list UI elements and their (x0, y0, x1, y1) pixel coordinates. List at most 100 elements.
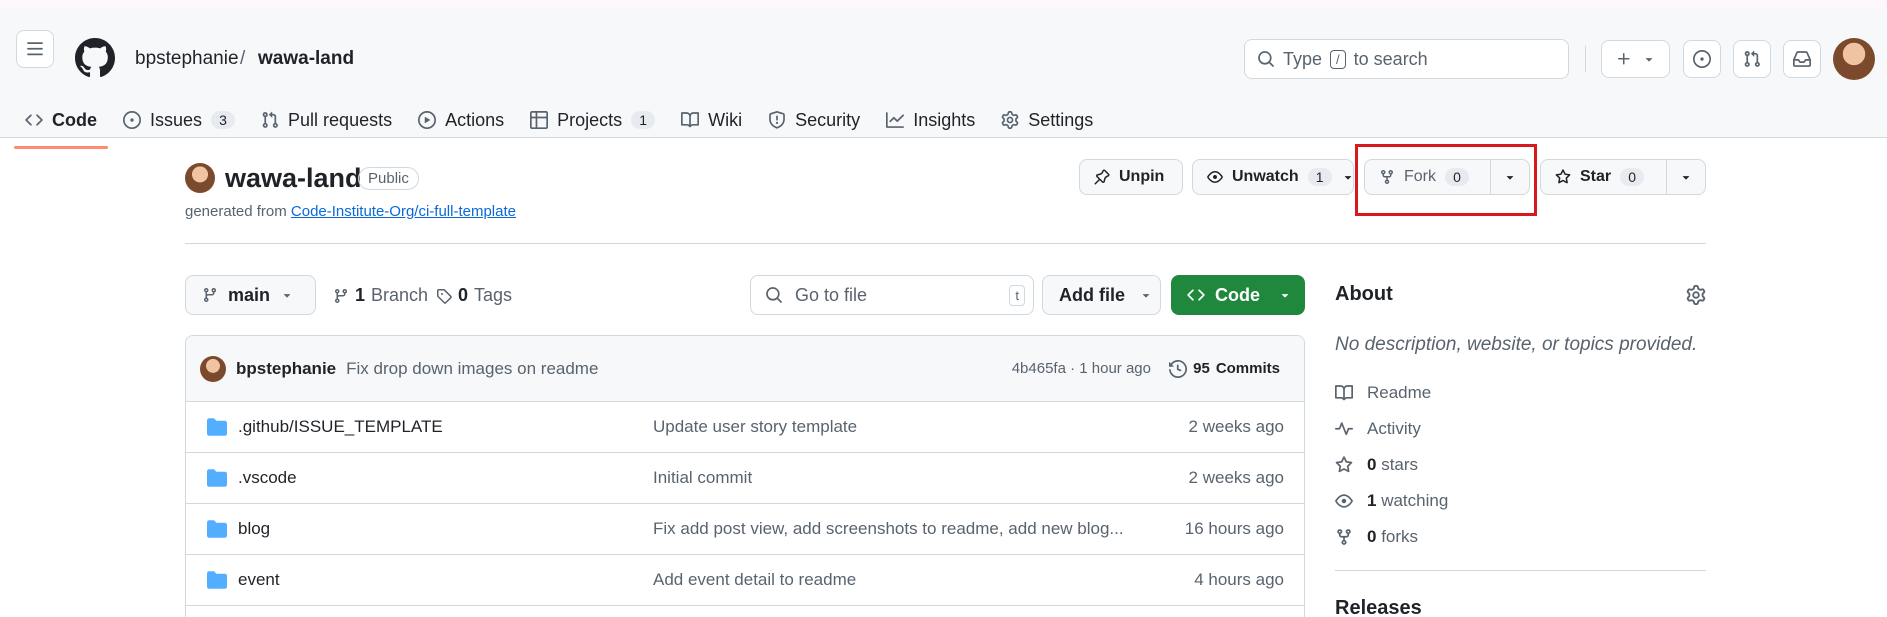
shield-icon (769, 111, 786, 129)
tab-pull-requests[interactable]: Pull requests (250, 98, 403, 142)
git-pull-request-icon (262, 111, 278, 128)
about-description: No description, website, or topics provi… (1335, 334, 1698, 355)
stars-count: 0 (1367, 455, 1377, 474)
about-settings-button[interactable] (1686, 285, 1706, 305)
branches-link[interactable]: 1 Branch (333, 285, 428, 306)
breadcrumb-owner[interactable]: bpstephanie (135, 48, 239, 70)
about-divider (1335, 570, 1706, 571)
unwatch-button[interactable]: Unwatch 1 (1192, 159, 1354, 195)
tab-wiki[interactable]: Wiki (670, 98, 753, 142)
file-commit-message[interactable]: Fix add post view, add screenshots to re… (653, 519, 1124, 539)
header-divider (1585, 46, 1586, 72)
file-name[interactable]: event (238, 570, 280, 590)
go-to-file-input[interactable]: Go to file t (750, 275, 1034, 315)
star-icon (1555, 169, 1571, 184)
plus-icon (1617, 53, 1629, 65)
tab-actions[interactable]: Actions (407, 98, 515, 142)
folder-icon (207, 571, 227, 589)
tab-code[interactable]: Code (14, 98, 108, 149)
file-commit-message[interactable]: Initial commit (653, 468, 752, 488)
branch-selector[interactable]: main (185, 275, 316, 315)
tab-label: Wiki (708, 109, 743, 130)
releases-heading[interactable]: Releases (1335, 597, 1422, 617)
top-strip (0, 0, 1887, 10)
triangle-down-icon (1281, 294, 1289, 298)
readme-link[interactable]: Readme (1335, 383, 1431, 403)
stars-link[interactable]: 0 stars (1335, 455, 1418, 475)
gear-icon (1686, 285, 1706, 305)
file-list: .github/ISSUE_TEMPLATE Update user story … (186, 402, 1304, 606)
triangle-down-icon (283, 294, 291, 298)
activity-label: Activity (1367, 419, 1421, 438)
file-commit-message[interactable]: Update user story template (653, 417, 857, 437)
forks-label: forks (1381, 527, 1419, 546)
file-row: .github/ISSUE_TEMPLATE Update user story … (186, 402, 1304, 453)
search-text-after: to search (1353, 48, 1428, 69)
gear-icon (1001, 111, 1019, 129)
file-name[interactable]: .github/ISSUE_TEMPLATE (238, 417, 443, 437)
history-icon (1169, 359, 1188, 378)
repo-tabs: Code Issues 3 Pull requests Actions Projects 1… (14, 98, 1108, 149)
tab-counter: 3 (211, 111, 236, 129)
file-name[interactable]: blog (238, 519, 270, 539)
go-to-file-shortcut: t (1009, 285, 1025, 306)
eye-icon (1207, 171, 1223, 183)
file-name[interactable]: .vscode (238, 468, 297, 488)
commit-author[interactable]: bpstephanie (236, 359, 336, 379)
folder-icon (207, 469, 227, 487)
star-dropdown[interactable] (1665, 160, 1705, 194)
create-new-button[interactable] (1601, 40, 1670, 78)
commit-author-avatar[interactable] (200, 355, 226, 382)
tab-issues[interactable]: Issues 3 (112, 98, 246, 142)
repo-title[interactable]: wawa-land (225, 163, 362, 194)
tab-label: Settings (1028, 109, 1094, 130)
github-logo-icon[interactable] (75, 38, 115, 78)
unpin-label: Unpin (1119, 168, 1165, 185)
repo-forked-icon (1337, 529, 1351, 545)
file-row: .vscode Initial commit 2 weeks ago (186, 453, 1304, 504)
tab-projects[interactable]: Projects 1 (519, 98, 666, 142)
commit-message[interactable]: Fix drop down images on readme (346, 359, 598, 379)
commit-hash-time[interactable]: 4b465fa · 1 hour ago (1012, 360, 1151, 377)
star-button[interactable]: Star 0 (1541, 160, 1666, 194)
generated-from-label: generated from (185, 203, 287, 220)
about-panel: About No description, website, or topics… (1335, 283, 1706, 617)
issues-button[interactable] (1683, 40, 1721, 78)
unpin-button[interactable]: Unpin (1079, 159, 1183, 195)
user-avatar[interactable] (1833, 38, 1875, 80)
activity-link[interactable]: Activity (1335, 419, 1421, 439)
tab-settings[interactable]: Settings (990, 98, 1104, 142)
code-button[interactable]: Code (1171, 275, 1305, 315)
template-link[interactable]: Code-Institute-Org/ci-full-template (291, 203, 516, 220)
code-icon (1187, 289, 1205, 301)
tab-label: Issues (150, 109, 203, 130)
pull-requests-button[interactable] (1733, 40, 1771, 78)
repo-owner-avatar[interactable] (185, 163, 215, 193)
file-commit-date: 2 weeks ago (1188, 417, 1284, 436)
tab-security[interactable]: Security (757, 98, 871, 142)
forks-link[interactable]: 0 forks (1335, 527, 1418, 547)
git-branch-icon (203, 288, 216, 303)
tab-insights[interactable]: Insights (875, 98, 986, 142)
inbox-button[interactable] (1783, 40, 1821, 78)
search-input[interactable]: Type / to search (1244, 39, 1569, 79)
add-file-button[interactable]: Add file (1042, 275, 1161, 315)
watching-count: 1 (1367, 491, 1377, 510)
table-icon (530, 111, 549, 129)
issue-opened-icon (1693, 50, 1711, 68)
search-text-before: Type (1283, 48, 1323, 69)
tags-count: 0 (458, 285, 469, 305)
file-commit-message[interactable]: Add event detail to readme (653, 570, 856, 590)
breadcrumb-repo[interactable]: wawa-land (258, 48, 354, 70)
watching-link[interactable]: 1 watching (1335, 491, 1448, 511)
tags-link[interactable]: 0 Tags (436, 285, 512, 306)
file-commit-date: 2 weeks ago (1188, 468, 1284, 487)
repo-header-divider (185, 243, 1706, 244)
menu-button[interactable] (16, 30, 54, 68)
commits-link[interactable]: 95 Commits (1169, 359, 1280, 378)
readme-label: Readme (1367, 383, 1432, 402)
star-label: Star (1580, 168, 1612, 185)
tab-label: Projects (557, 109, 623, 130)
branches-label: Branch (371, 285, 429, 305)
latest-commit-bar: bpstephanie Fix drop down images on read… (186, 336, 1304, 402)
